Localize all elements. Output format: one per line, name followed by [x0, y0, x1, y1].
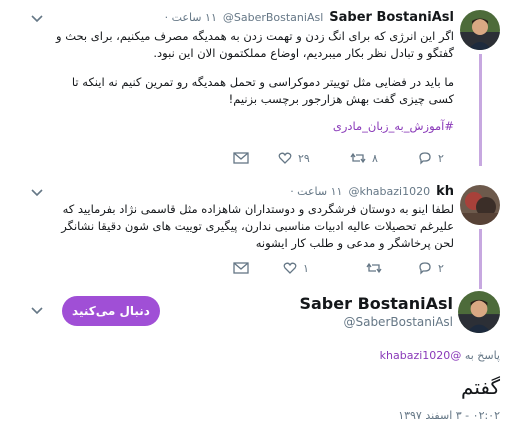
reply-icon	[419, 152, 431, 165]
tweet-time[interactable]: ۱۱ ساعت ·	[290, 185, 342, 198]
tweet-time[interactable]: ۱۱ ساعت ·	[165, 11, 217, 24]
retweet-action[interactable]	[366, 261, 388, 275]
reply-icon	[419, 262, 431, 275]
tweet-handle[interactable]: @khabazi1020	[348, 185, 430, 198]
tweet-line: علیرغم تحصیلات عالیه ادبیات مناسبی ندارن…	[61, 219, 454, 233]
heart-icon	[283, 262, 297, 274]
tweet-2[interactable]: ۱۱ ساعت · @khabazi1020 kh لطفا اینو به د…	[0, 175, 520, 289]
main-author-name[interactable]: Saber BostaniAsl	[299, 294, 453, 313]
retweet-count: ۸	[372, 151, 378, 165]
avatar[interactable]	[460, 185, 500, 225]
hashtag-link[interactable]: #آموزش_به_زبان_مادری	[34, 118, 454, 135]
like-count: ۲۹	[298, 151, 310, 165]
main-tweet: دنبال می‌کنید Saber BostaniAsl @SaberBos…	[0, 283, 520, 432]
tweet-body: اگر این انرژی که برای انگ زدن و تهمت زدن…	[34, 28, 454, 135]
retweet-action[interactable]: ۸	[350, 151, 378, 165]
envelope-icon	[233, 262, 249, 274]
reply-count: ۲	[438, 261, 444, 275]
like-action[interactable]: ۲۹	[278, 151, 310, 165]
tweet-body: لطفا اینو به دوستان فرشگردی و دوستداران …	[34, 201, 454, 252]
tweet-line: اگر این انرژی که برای انگ زدن و تهمت زدن…	[56, 29, 454, 43]
tweet-line: گفتگو و تبادل نظر بکار میبردیم، اوضاع مم…	[153, 46, 454, 60]
tweet-handle[interactable]: @SaberBostaniAsl	[223, 11, 323, 24]
reply-to-mention[interactable]: @khabazi1020	[380, 349, 462, 362]
tweet-author-name[interactable]: kh	[436, 184, 454, 199]
reply-to-line: پاسخ به @khabazi1020	[380, 349, 500, 362]
like-action[interactable]: ۱	[283, 261, 309, 275]
retweet-icon	[350, 152, 366, 164]
tweet-author-name[interactable]: Saber BostaniAsl	[329, 10, 454, 25]
reply-action[interactable]: ۲	[418, 151, 444, 165]
thread-line	[479, 229, 482, 289]
tweet-line: ما باید در فضایی مثل توییتر دموکراسی و ت…	[71, 75, 454, 89]
reply-action[interactable]: ۲	[418, 261, 444, 275]
tweet-line: لطفا اینو به دوستان فرشگردی و دوستداران …	[62, 202, 454, 216]
main-tweet-text: گفتم	[461, 375, 500, 399]
avatar[interactable]	[460, 10, 500, 50]
dm-action[interactable]	[233, 152, 249, 164]
chevron-down-icon[interactable]	[30, 187, 44, 197]
envelope-icon	[233, 152, 249, 164]
following-button[interactable]: دنبال می‌کنید	[62, 296, 160, 326]
chevron-down-icon[interactable]	[30, 305, 44, 315]
avatar[interactable]	[458, 291, 500, 333]
tweet-1[interactable]: ۱۱ ساعت · @SaberBostaniAsl Saber Bostani…	[0, 0, 520, 175]
main-author-handle[interactable]: @SaberBostaniAsl	[343, 315, 453, 329]
tweet-date[interactable]: ۰۲:۰۲ - ۳ اسفند ۱۳۹۷	[398, 409, 500, 422]
retweet-icon	[366, 262, 382, 274]
heart-icon	[278, 152, 292, 164]
chevron-down-icon[interactable]	[30, 13, 44, 23]
reply-count: ۲	[438, 151, 444, 165]
thread-line	[479, 54, 482, 166]
tweet-line: لحن پرخاشگر و مدعی و طلب کار ایشونه	[255, 236, 454, 250]
dm-action[interactable]	[233, 262, 249, 274]
like-count: ۱	[303, 261, 309, 275]
reply-to-prefix: پاسخ به	[464, 349, 500, 362]
tweet-line: کسی چیزی گفت بهش هزارجور برچسب بزنیم!	[228, 92, 454, 106]
